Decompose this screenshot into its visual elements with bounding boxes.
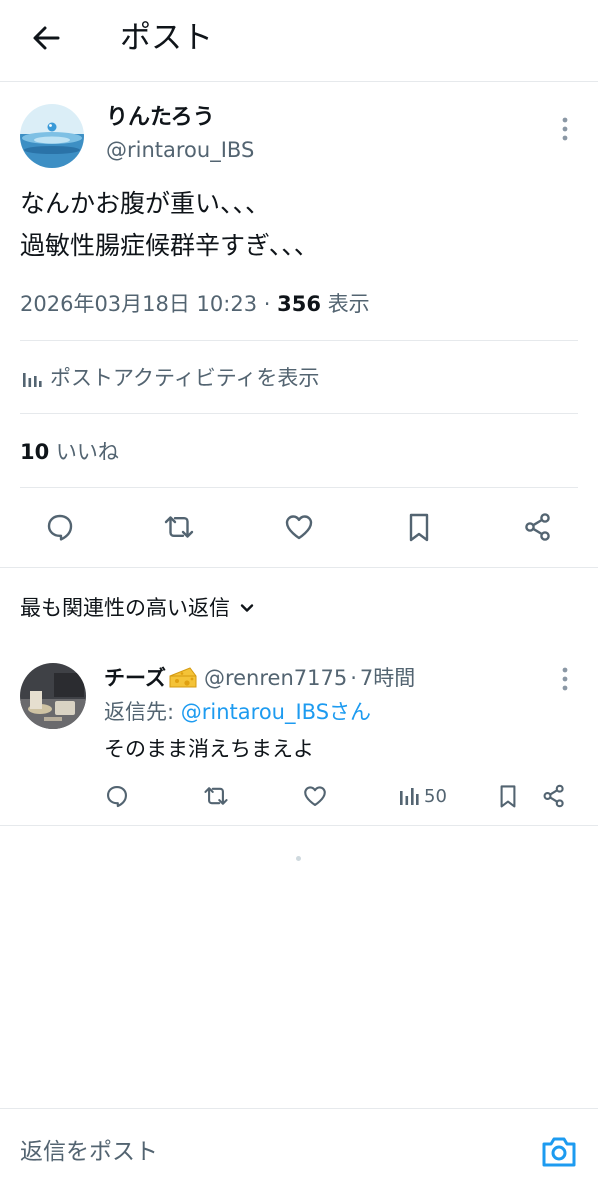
more-options-icon[interactable] (554, 114, 576, 144)
author-name[interactable]: りんたろう (106, 103, 215, 133)
repost-button[interactable] (159, 507, 199, 547)
chevron-down-icon (238, 599, 256, 617)
bookmark-button[interactable] (399, 507, 439, 547)
section-divider (0, 567, 598, 568)
reply-reply-button[interactable] (104, 780, 130, 812)
heart-icon (302, 783, 328, 809)
cheese-emoji-icon (168, 666, 198, 690)
post-text: なんかお腹が重い、、、 過敏性腸症候群辛すぎ、、、 (20, 183, 580, 267)
loading-indicator (296, 856, 301, 861)
view-label: 表示 (327, 292, 370, 316)
author-avatar[interactable] (20, 104, 84, 168)
bar-chart-icon (398, 785, 420, 807)
divider (20, 340, 578, 341)
bookmark-icon (496, 783, 520, 809)
reply-author-name[interactable]: チーズ (104, 662, 166, 694)
reply-author-handle[interactable]: @renren7175 (204, 662, 347, 694)
post-timestamp[interactable]: 2026年03月18日 10:23 (20, 292, 257, 316)
reply-to-line: 返信先: @rintarou_IBSさん (104, 696, 371, 728)
page-title: ポスト (120, 20, 213, 56)
meta-separator: · (263, 292, 271, 316)
repost-icon (162, 511, 196, 543)
post-activity-label: ポストアクティビティを表示 (50, 366, 320, 390)
divider (20, 413, 578, 414)
reply-view-count: 50 (424, 785, 447, 807)
divider (20, 487, 578, 488)
reply-repost-button[interactable] (202, 780, 230, 812)
camera-icon[interactable] (540, 1134, 578, 1170)
reply-views-button[interactable]: 50 (398, 780, 447, 812)
reply-sort-dropdown[interactable]: 最も関連性の高い返信 (20, 592, 256, 624)
post-text-line: なんかお腹が重い、、、 (20, 189, 271, 218)
post-text-line: 過敏性腸症候群辛すぎ、、、 (20, 231, 319, 260)
reply-button[interactable] (40, 507, 80, 547)
heart-icon (283, 511, 315, 543)
comment-icon (104, 783, 130, 809)
likes-count: 10 (20, 440, 50, 464)
back-arrow-icon[interactable] (26, 18, 66, 58)
reply-text: そのまま消えちまえよ (104, 737, 314, 761)
compose-divider (0, 1108, 598, 1109)
share-button[interactable] (518, 507, 558, 547)
post-meta: 2026年03月18日 10:23 · 356 表示 (20, 288, 370, 320)
reply-sort-label: 最も関連性の高い返信 (20, 596, 230, 620)
post-activity-link[interactable]: ポストアクティビティを表示 (20, 362, 319, 394)
view-count: 356 (277, 292, 321, 316)
share-icon (541, 783, 567, 809)
reply-like-button[interactable] (302, 780, 328, 812)
likes-summary[interactable]: 10 いいね (20, 436, 119, 468)
reply-time: 7時間 (359, 666, 416, 690)
reply-bookmark-button[interactable] (496, 780, 520, 812)
bar-chart-icon (20, 367, 42, 389)
author-handle[interactable]: @rintarou_IBS (106, 136, 254, 164)
reply-compose-input[interactable]: 返信をポスト (20, 1134, 158, 1170)
reply-to-label: 返信先: (104, 700, 175, 724)
like-button[interactable] (279, 507, 319, 547)
meta-separator: · (350, 666, 357, 690)
reply-header: チーズ @renren7175 · 7時間 (104, 662, 415, 694)
bookmark-icon (404, 511, 434, 543)
reply-share-button[interactable] (541, 780, 567, 812)
likes-label: いいね (55, 440, 119, 464)
header-divider (0, 81, 598, 82)
reply-divider (0, 825, 598, 826)
repost-icon (202, 783, 230, 809)
reply-avatar[interactable] (20, 663, 86, 729)
more-options-icon[interactable] (554, 664, 576, 694)
reply-to-link[interactable]: @rintarou_IBSさん (181, 700, 371, 724)
share-icon (522, 511, 554, 543)
comment-icon (44, 511, 76, 543)
